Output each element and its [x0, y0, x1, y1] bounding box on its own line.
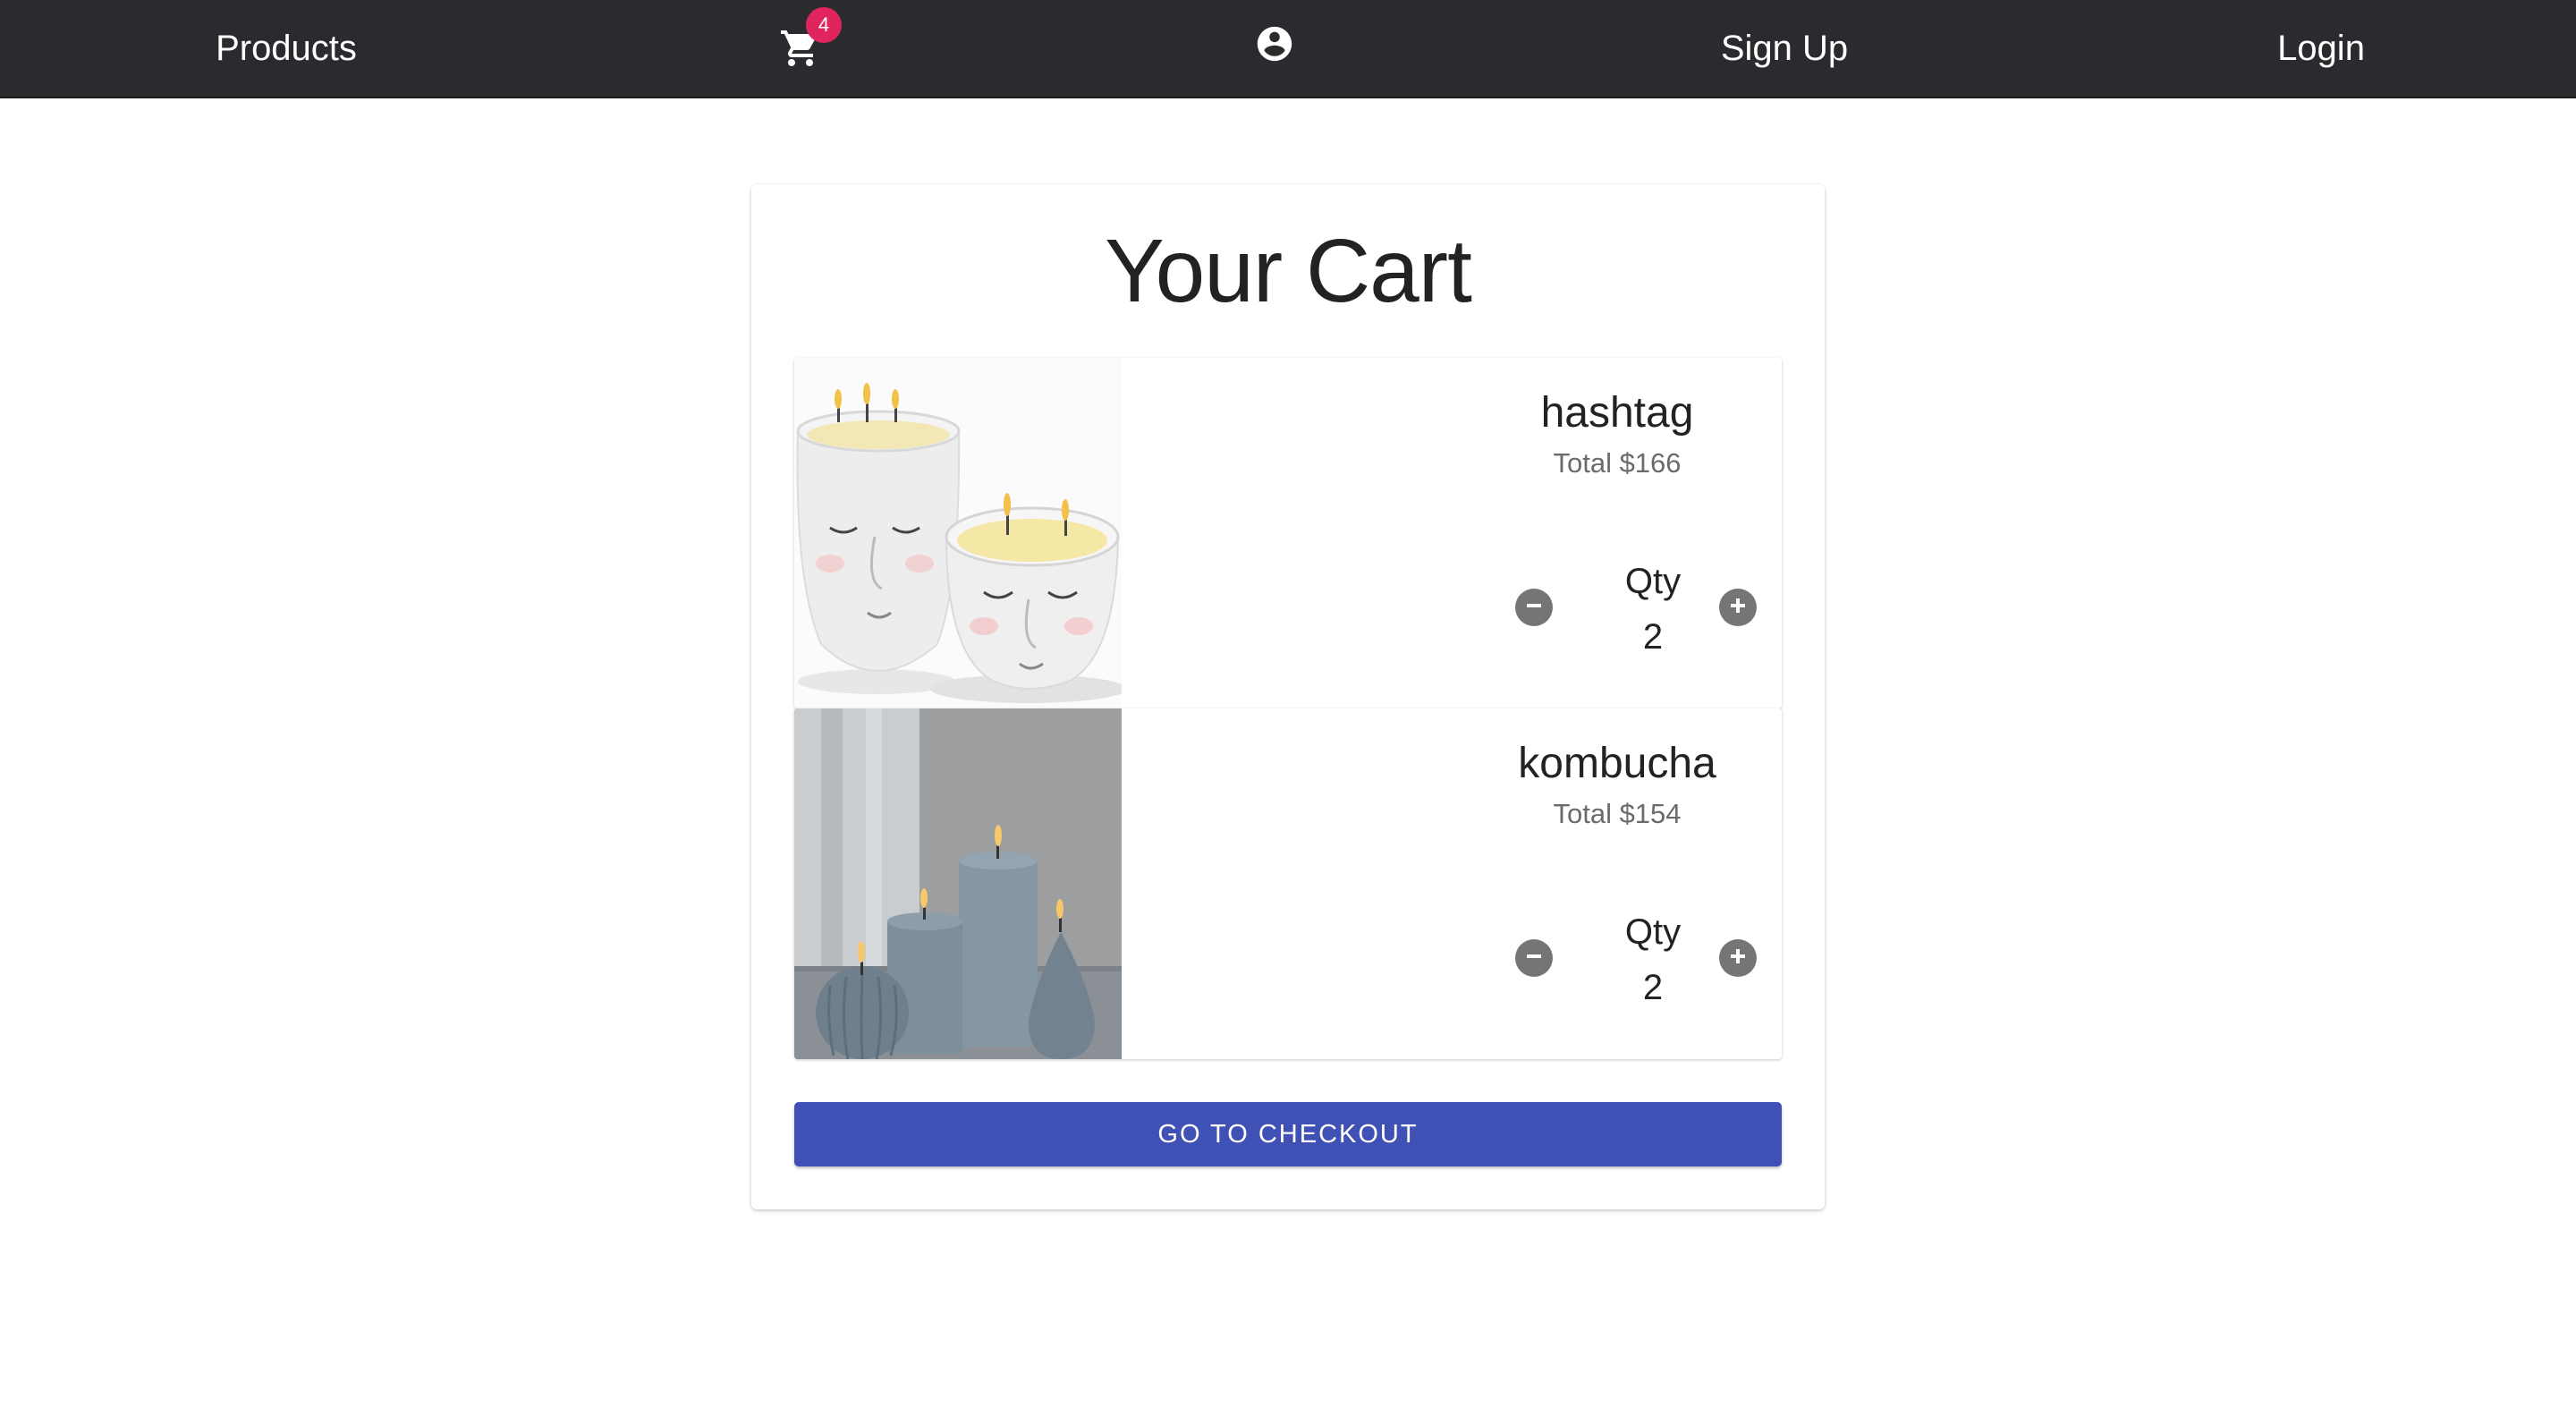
page-title: Your Cart [1105, 221, 1472, 321]
item-name: kombucha [1518, 740, 1716, 787]
cart-card: Your Cart hashtag Total $166 Qty 2 kombu… [751, 184, 1825, 1209]
white-face-candles-image [794, 358, 1122, 708]
top-navbar: Products 4 Sign Up Login [0, 0, 2576, 98]
plus-icon [1726, 594, 1750, 622]
nav-signup-link[interactable]: Sign Up [1682, 0, 1887, 97]
checkout-button[interactable]: GO TO CHECKOUT [794, 1102, 1782, 1166]
qty-value: 2 [1642, 968, 1664, 1007]
qty-label: Qty [1624, 912, 1682, 952]
nav-account-button[interactable] [1225, 0, 1324, 97]
plus-icon [1726, 945, 1750, 972]
item-total: Total $166 [1553, 447, 1682, 479]
qty-label: Qty [1624, 562, 1682, 601]
cart-count-badge: 4 [806, 7, 842, 43]
cart-item: kombucha Total $154 Qty 2 [794, 708, 1782, 1059]
nav-login-label: Login [2277, 28, 2365, 68]
item-name: hashtag [1540, 389, 1694, 437]
increase-quantity-button[interactable] [1719, 939, 1757, 977]
nav-signup-label: Sign Up [1720, 28, 1849, 68]
minus-icon [1522, 945, 1546, 972]
decrease-quantity-button[interactable] [1515, 589, 1553, 626]
nav-products-label: Products [216, 28, 357, 68]
nav-cart-button[interactable]: 4 [751, 0, 850, 97]
increase-quantity-button[interactable] [1719, 589, 1757, 626]
cart-icon [779, 30, 822, 78]
decrease-quantity-button[interactable] [1515, 939, 1553, 977]
qty-value: 2 [1642, 617, 1664, 657]
minus-icon [1522, 594, 1546, 622]
item-total: Total $154 [1553, 798, 1682, 829]
nav-products-link[interactable]: Products [143, 0, 429, 97]
account-circle-icon [1254, 23, 1295, 73]
nav-login-link[interactable]: Login [2218, 0, 2424, 97]
grey-pillar-candles-image [794, 708, 1122, 1059]
cart-item: hashtag Total $166 Qty 2 [794, 358, 1782, 708]
